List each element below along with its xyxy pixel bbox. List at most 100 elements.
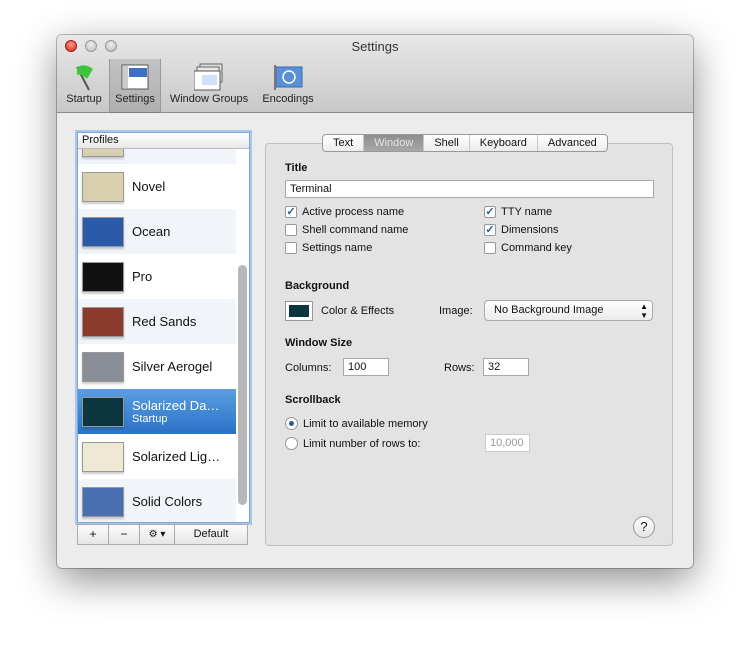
background-swatch — [289, 305, 309, 317]
color-effects-button[interactable] — [285, 301, 313, 321]
window-groups-icon — [193, 63, 224, 91]
profile-item[interactable]: Solarized Da… Startup — [78, 389, 236, 434]
tab-bar: Text Window Shell Keyboard Advanced — [322, 134, 608, 152]
titlebar: Settings Startup Settings Window Groups … — [57, 35, 693, 113]
checkbox-icon — [285, 242, 297, 254]
profile-thumbnail — [82, 396, 124, 427]
scrollback-heading: Scrollback — [285, 394, 341, 406]
profiles-header[interactable]: Profiles — [78, 133, 249, 149]
radio-icon — [285, 417, 298, 430]
radio-label: Limit number of rows to: — [303, 437, 421, 450]
toolbar-settings[interactable]: Settings — [109, 59, 161, 113]
checkbox-label: Shell command name — [302, 224, 409, 236]
toolbar-label: Startup — [66, 93, 102, 105]
settings-name-checkbox[interactable]: Settings name — [285, 242, 372, 254]
background-heading: Background — [285, 280, 350, 292]
default-button[interactable]: Default — [175, 525, 247, 544]
select-value: No Background Image — [494, 304, 604, 316]
radio-icon — [285, 437, 298, 450]
profile-text: Solarized Lig… — [132, 449, 220, 464]
checkbox-label: Dimensions — [501, 224, 559, 236]
profile-text: Ocean — [132, 224, 170, 239]
tab-keyboard[interactable]: Keyboard — [470, 135, 538, 151]
dimensions-checkbox[interactable]: ✓ Dimensions — [484, 224, 558, 236]
tab-window[interactable]: Window — [364, 135, 425, 151]
color-effects-label: Color & Effects — [321, 305, 395, 317]
profile-item[interactable]: Silver Aerogel — [78, 344, 236, 389]
profile-name: Solarized Lig… — [132, 449, 221, 464]
profile-subtitle: Startup — [132, 413, 168, 425]
background-image-select[interactable]: No Background Image ▲ ▼ — [484, 300, 653, 321]
profile-name: Solid Colors — [132, 494, 203, 509]
window-size-heading: Window Size — [285, 337, 353, 349]
profile-name: Silver Aerogel — [132, 359, 213, 374]
title-heading: Title — [285, 162, 308, 174]
checkbox-icon: ✓ — [484, 206, 496, 218]
profile-name: Novel — [132, 179, 166, 194]
tab-text[interactable]: Text — [323, 135, 365, 151]
profile-thumbnail — [82, 441, 124, 472]
checkbox-icon — [285, 224, 297, 236]
profile-name: Red Sands — [132, 314, 197, 329]
profile-name: Pro — [132, 269, 153, 284]
shell-command-checkbox[interactable]: Shell command name — [285, 224, 408, 236]
profile-thumbnail — [82, 216, 124, 247]
add-profile-button[interactable]: + — [78, 525, 109, 544]
active-process-checkbox[interactable]: ✓ Active process name — [285, 206, 404, 218]
profile-item[interactable]: Red Sands — [78, 299, 236, 344]
checkbox-label: TTY name — [501, 206, 553, 218]
limit-memory-radio[interactable]: Limit to available memory — [285, 417, 428, 430]
radio-label: Limit to available memory — [303, 417, 428, 430]
gear-menu-button[interactable]: ⚙ ▾ — [140, 525, 175, 544]
stepper-arrows-icon: ▲ ▼ — [640, 302, 648, 320]
profile-item[interactable]: Solarized Lig… — [78, 434, 236, 479]
toolbar-label: Window Groups — [169, 93, 249, 105]
columns-label: Columns: — [285, 362, 332, 374]
profile-item[interactable]: Pro — [78, 254, 236, 299]
profile-item[interactable]: Novel — [78, 164, 236, 209]
un-flag-icon — [273, 63, 303, 91]
flag-icon — [69, 63, 99, 91]
help-button[interactable]: ? — [633, 516, 655, 538]
profile-name: Solarized Da… — [132, 398, 220, 413]
profile-text: Pro — [132, 269, 152, 284]
profile-text: Silver Aerogel — [132, 359, 212, 374]
profile-text: Solid Colors — [132, 494, 202, 509]
profile-text: Solarized Da… Startup — [132, 398, 219, 425]
settings-window: Settings Startup Settings Window Groups … — [57, 35, 693, 568]
profile-item[interactable]: Ocean — [78, 209, 236, 254]
toolbar-label: Settings — [115, 93, 155, 105]
profile-text: Novel — [132, 179, 165, 194]
profile-name: Ocean — [132, 224, 171, 239]
profile-thumbnail — [82, 486, 124, 517]
toolbar-encodings[interactable]: Encodings — [257, 59, 319, 113]
image-label: Image: — [439, 305, 473, 317]
rows-input[interactable]: 32 — [483, 358, 529, 376]
scrollback-rows-input[interactable]: 10,000 — [485, 434, 530, 452]
toolbar-window-groups[interactable]: Window Groups — [165, 59, 253, 113]
command-key-checkbox[interactable]: Command key — [484, 242, 572, 254]
toolbar-label: Encodings — [262, 93, 314, 105]
profile-thumbnail — [82, 306, 124, 337]
columns-input[interactable]: 100 — [343, 358, 389, 376]
tty-name-checkbox[interactable]: ✓ TTY name — [484, 206, 552, 218]
checkbox-label: Settings name — [302, 242, 373, 254]
scrollbar-thumb[interactable] — [238, 265, 247, 505]
settings-icon — [120, 63, 150, 91]
profile-text: Red Sands — [132, 314, 196, 329]
title-input[interactable]: Terminal — [285, 180, 654, 198]
profiles-list[interactable]: Profiles Novel Ocean Pro Red Sands Silver Ae… — [77, 132, 250, 523]
checkbox-label: Active process name — [302, 206, 405, 218]
tab-shell[interactable]: Shell — [424, 135, 470, 151]
rows-label: Rows: — [444, 362, 475, 374]
checkbox-icon: ✓ — [484, 224, 496, 236]
profile-item[interactable]: Solid Colors — [78, 479, 236, 522]
toolbar-startup[interactable]: Startup — [63, 59, 105, 113]
limit-rows-radio[interactable]: Limit number of rows to: — [285, 437, 420, 450]
tab-advanced[interactable]: Advanced — [538, 135, 607, 151]
profile-rows: Novel Ocean Pro Red Sands Silver Aerogel Sola… — [78, 133, 236, 522]
remove-profile-button[interactable]: − — [109, 525, 140, 544]
profile-thumbnail — [82, 351, 124, 382]
settings-panel: Title Terminal ✓ Active process name Shel… — [265, 143, 673, 546]
window-title: Settings — [351, 39, 399, 54]
